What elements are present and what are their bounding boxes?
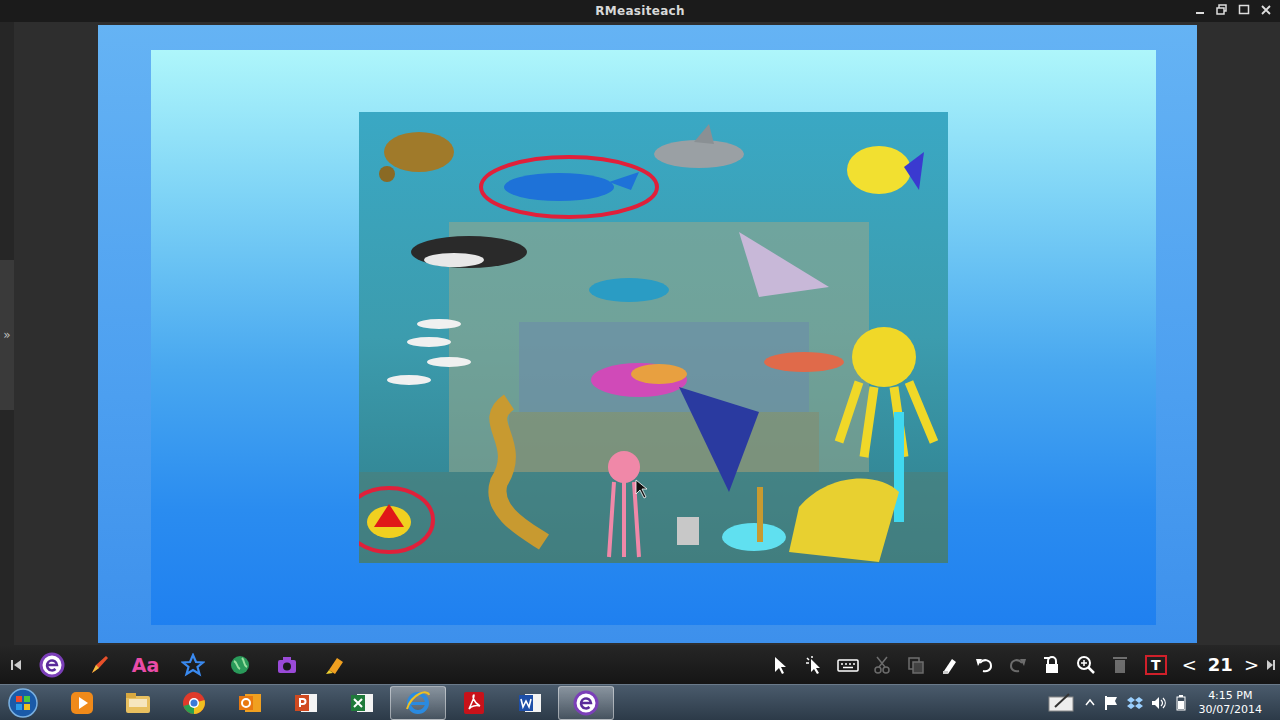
keyboard-icon[interactable] bbox=[837, 655, 859, 675]
previous-page-button[interactable]: < bbox=[1175, 654, 1204, 675]
clock-time: 4:15 PM bbox=[1199, 689, 1262, 703]
pen-input-icon[interactable] bbox=[1047, 691, 1077, 715]
star[interactable] bbox=[169, 648, 216, 682]
taskbar-app[interactable] bbox=[222, 686, 278, 720]
flag-icon[interactable] bbox=[1103, 695, 1119, 711]
next-page-button[interactable]: > bbox=[1237, 654, 1266, 675]
paint-icon[interactable] bbox=[940, 655, 960, 675]
globe[interactable] bbox=[216, 648, 263, 682]
acrobat-icon[interactable] bbox=[461, 690, 487, 716]
taskbar-app[interactable] bbox=[558, 686, 614, 720]
collapse-left-icon[interactable] bbox=[10, 658, 22, 672]
delete-icon bbox=[1110, 655, 1130, 675]
globe-icon[interactable] bbox=[228, 653, 252, 677]
text-tool[interactable]: Aa bbox=[122, 648, 169, 682]
star-icon[interactable] bbox=[181, 653, 205, 677]
lock-button[interactable] bbox=[1035, 648, 1069, 682]
powerpoint-icon[interactable] bbox=[293, 690, 319, 716]
highlighter-icon[interactable] bbox=[322, 653, 346, 677]
excel-icon[interactable] bbox=[349, 690, 375, 716]
page-background bbox=[151, 50, 1156, 625]
side-panel-strip: » bbox=[0, 22, 14, 645]
paint-button[interactable] bbox=[933, 648, 967, 682]
internet-explorer-icon[interactable] bbox=[404, 689, 432, 717]
easiteach-toolbar: Aa T <21> bbox=[0, 645, 1280, 684]
cut-button bbox=[865, 648, 899, 682]
taskbar-app[interactable] bbox=[54, 686, 110, 720]
battery-icon[interactable] bbox=[1175, 695, 1187, 711]
chrome-icon[interactable] bbox=[181, 690, 207, 716]
taskbar-app[interactable] bbox=[278, 686, 334, 720]
title-bar: RMeasiteach bbox=[0, 0, 1280, 22]
maximize-icon[interactable] bbox=[1238, 3, 1250, 17]
clock[interactable]: 4:15 PM30/07/2014 bbox=[1195, 689, 1266, 717]
delete-button bbox=[1103, 648, 1137, 682]
pen-icon[interactable] bbox=[87, 653, 111, 677]
taskbar-app[interactable] bbox=[166, 686, 222, 720]
minimize-icon[interactable] bbox=[1194, 3, 1206, 17]
page-number: 21 bbox=[1204, 654, 1237, 675]
magic-pointer-button[interactable] bbox=[797, 648, 831, 682]
underwater-picture[interactable] bbox=[359, 112, 1156, 563]
redo-icon bbox=[1008, 655, 1028, 675]
outlook-icon[interactable] bbox=[237, 690, 263, 716]
taskbar-app[interactable] bbox=[502, 686, 558, 720]
copy-icon bbox=[906, 655, 926, 675]
word-icon[interactable] bbox=[517, 690, 543, 716]
taskbar-app[interactable] bbox=[110, 686, 166, 720]
easiteach-logo[interactable] bbox=[28, 648, 75, 682]
pen[interactable] bbox=[75, 648, 122, 682]
start-button[interactable] bbox=[0, 687, 46, 719]
media-player-icon[interactable] bbox=[69, 690, 95, 716]
explorer-icon[interactable] bbox=[124, 690, 152, 716]
highlighter[interactable] bbox=[310, 648, 357, 682]
volume-icon[interactable] bbox=[1151, 695, 1167, 711]
copy-button bbox=[899, 648, 933, 682]
lock-icon[interactable] bbox=[1042, 655, 1062, 675]
taskbar-app[interactable] bbox=[334, 686, 390, 720]
restore-icon[interactable] bbox=[1216, 3, 1228, 17]
camera[interactable] bbox=[263, 648, 310, 682]
magic-pointer-icon[interactable] bbox=[804, 655, 824, 675]
taskbar-app[interactable] bbox=[446, 686, 502, 720]
clock-date: 30/07/2014 bbox=[1199, 703, 1262, 717]
dropbox-icon[interactable] bbox=[1127, 695, 1143, 711]
keyboard-button[interactable] bbox=[831, 648, 865, 682]
cut-icon bbox=[872, 655, 892, 675]
easiteach-icon[interactable] bbox=[572, 689, 600, 717]
window-title: RMeasiteach bbox=[0, 4, 1280, 18]
side-panel-toggle[interactable]: » bbox=[0, 260, 14, 410]
camera-icon[interactable] bbox=[275, 653, 299, 677]
text-toggle-label[interactable]: T bbox=[1151, 657, 1161, 673]
undo-button[interactable] bbox=[967, 648, 1001, 682]
zoom-button[interactable] bbox=[1069, 648, 1103, 682]
taskbar-app[interactable] bbox=[390, 686, 446, 720]
text-tool-label[interactable]: Aa bbox=[132, 654, 160, 676]
page bbox=[98, 25, 1197, 643]
zoom-icon[interactable] bbox=[1076, 655, 1096, 675]
close-icon[interactable] bbox=[1260, 3, 1272, 17]
collapse-right-icon[interactable] bbox=[1266, 658, 1276, 672]
redo-button bbox=[1001, 648, 1035, 682]
workspace bbox=[14, 22, 1280, 645]
taskbar: 4:15 PM30/07/2014 bbox=[0, 684, 1280, 720]
undo-icon[interactable] bbox=[974, 655, 994, 675]
pointer-button[interactable] bbox=[763, 648, 797, 682]
text-toggle-button[interactable]: T bbox=[1145, 655, 1167, 675]
pointer-icon[interactable] bbox=[770, 655, 790, 675]
collapse-left[interactable] bbox=[4, 648, 28, 682]
windows-logo-icon[interactable] bbox=[7, 687, 39, 719]
system-tray: 4:15 PM30/07/2014 bbox=[1047, 689, 1280, 717]
show-hidden-icons-icon[interactable] bbox=[1085, 696, 1095, 710]
easiteach-logo-icon[interactable] bbox=[39, 652, 65, 678]
